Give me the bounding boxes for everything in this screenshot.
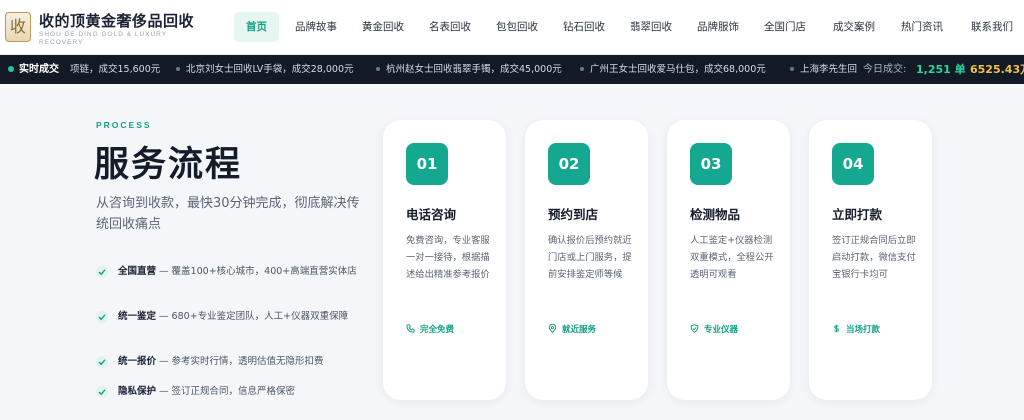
ticker-item: 广州王女士回收爱马仕包，成交68,000元 bbox=[580, 55, 766, 84]
check-icon bbox=[96, 311, 108, 323]
live-deals-label: 实时成交 bbox=[19, 64, 59, 75]
check-icon bbox=[96, 386, 108, 398]
step-number: 03 bbox=[690, 143, 732, 185]
ticker-separator-dot bbox=[790, 66, 794, 71]
nav-item-gold-recycling[interactable]: 黄金回收 bbox=[355, 12, 411, 42]
step-card-phone-consult[interactable]: 01 电话咨询 免费咨询，专业客服一对一接待，根据描述给出精准参考报价 完全免费 bbox=[383, 120, 506, 400]
ticker-item: 项链，成交15,600元 bbox=[70, 64, 161, 75]
step-number: 01 bbox=[406, 143, 448, 185]
nav-item-cases[interactable]: 成交案例 bbox=[826, 12, 882, 42]
brand-name[interactable]: 收的顶黄金奢侈品回收 bbox=[39, 10, 194, 31]
feature-desc: — 签订正规合同，信息严格保密 bbox=[156, 386, 296, 397]
step-description: 确认报价后预约就近门店或上门服务，提前安排鉴定师等候 bbox=[548, 235, 632, 280]
ticker-item: 上海李先生回 bbox=[790, 55, 857, 84]
step-title: 检测物品 bbox=[690, 207, 741, 222]
nav-item-jade-recycling[interactable]: 翡翠回收 bbox=[623, 12, 679, 42]
nav-item-diamond-recycling[interactable]: 钻石回收 bbox=[556, 12, 612, 42]
step-title: 预约到店 bbox=[548, 207, 599, 222]
step-tag: 就近服务 bbox=[548, 323, 596, 335]
feature-title: 统一报价 bbox=[118, 356, 157, 367]
live-deals-ticker: 实时成交 项链，成交15,600元 北京刘女士回收LV手袋，成交28,000元 … bbox=[0, 55, 1024, 84]
step-card-payment[interactable]: 04 立即打款 签订正规合同后立即启动打款，微信支付宝银行卡均可 当场打款 bbox=[809, 120, 932, 400]
step-tag: 完全免费 bbox=[406, 323, 454, 335]
feature-desc: — 680+专业鉴定团队，人工+仪器双重保障 bbox=[156, 311, 349, 322]
step-title: 立即打款 bbox=[832, 207, 883, 222]
check-icon bbox=[96, 356, 108, 368]
step-card-inspection[interactable]: 03 检测物品 人工鉴定+仪器检测双重模式，全程公开透明可观看 专业仪器 bbox=[667, 120, 790, 400]
ticker-track: 项链，成交15,600元 北京刘女士回收LV手袋，成交28,000元 杭州赵女士… bbox=[70, 55, 858, 84]
section-eyebrow: PROCESS bbox=[96, 120, 152, 130]
dollar-icon bbox=[834, 324, 839, 333]
nav-item-home[interactable]: 首页 bbox=[234, 12, 279, 42]
ticker-item: 北京刘女士回收LV手袋，成交28,000元 bbox=[176, 55, 354, 84]
section-subtitle: 从咨询到收款，最快30分钟完成，彻底解决传统回收痛点 bbox=[96, 196, 360, 232]
step-card-book-store[interactable]: 02 预约到店 确认报价后预约就近门店或上门服务，提前安排鉴定师等候 就近服务 bbox=[525, 120, 648, 400]
ticker-separator-dot bbox=[176, 66, 180, 71]
nav-item-bag-recycling[interactable]: 包包回收 bbox=[489, 12, 545, 42]
ticker-item: 杭州赵女士回收翡翠手镯，成交45,000元 bbox=[376, 55, 562, 84]
step-title: 电话咨询 bbox=[406, 207, 457, 222]
step-description: 签订正规合同后立即启动打款，微信支付宝银行卡均可 bbox=[832, 235, 916, 280]
check-icon bbox=[96, 266, 108, 278]
step-tag: 当场打款 bbox=[832, 323, 880, 335]
brand-logo[interactable]: 收 bbox=[5, 12, 31, 42]
section-title: 服务流程 bbox=[94, 145, 243, 185]
location-pin-icon bbox=[548, 323, 557, 334]
nav-item-watch-recycling[interactable]: 名表回收 bbox=[422, 12, 478, 42]
feature-desc: — 参考实时行情，透明估值无隐形扣费 bbox=[156, 356, 324, 367]
shield-icon bbox=[690, 324, 699, 333]
live-indicator-dot bbox=[8, 66, 14, 72]
nav-item-news[interactable]: 热门资讯 bbox=[894, 12, 950, 42]
feature-title: 隐私保护 bbox=[118, 386, 157, 397]
today-deals-amount: 6525.43万 bbox=[970, 63, 1024, 76]
feature-desc: — 覆盖100+核心城市，400+高端直营实体店 bbox=[156, 266, 357, 277]
brand-subtitle: SHOU DE DING GOLD & LUXURY RECOVERY bbox=[39, 31, 167, 46]
step-tag: 专业仪器 bbox=[690, 323, 738, 335]
today-deals-count: 1,251 单 bbox=[916, 63, 966, 76]
nav-item-brand-apparel[interactable]: 品牌服饰 bbox=[690, 12, 746, 42]
site-header: 收 收的顶黄金奢侈品回收 SHOU DE DING GOLD & LUXURY … bbox=[0, 0, 1024, 55]
ticker-separator-dot bbox=[376, 66, 380, 71]
feature-title: 全国直营 bbox=[118, 266, 157, 277]
today-deals-label: 今日成交: bbox=[863, 64, 907, 75]
step-description: 人工鉴定+仪器检测双重模式，全程公开透明可观看 bbox=[690, 235, 774, 280]
step-description: 免费咨询，专业客服一对一接待，根据描述给出精准参考报价 bbox=[406, 235, 490, 280]
phone-icon bbox=[406, 324, 415, 333]
feature-title: 统一鉴定 bbox=[118, 311, 157, 322]
ticker-separator-dot bbox=[580, 66, 584, 71]
step-number: 04 bbox=[832, 143, 874, 185]
nav-item-contact[interactable]: 联系我们 bbox=[964, 12, 1020, 42]
step-number: 02 bbox=[548, 143, 590, 185]
nav-item-brand-story[interactable]: 品牌故事 bbox=[288, 12, 344, 42]
nav-item-stores[interactable]: 全国门店 bbox=[757, 12, 813, 42]
